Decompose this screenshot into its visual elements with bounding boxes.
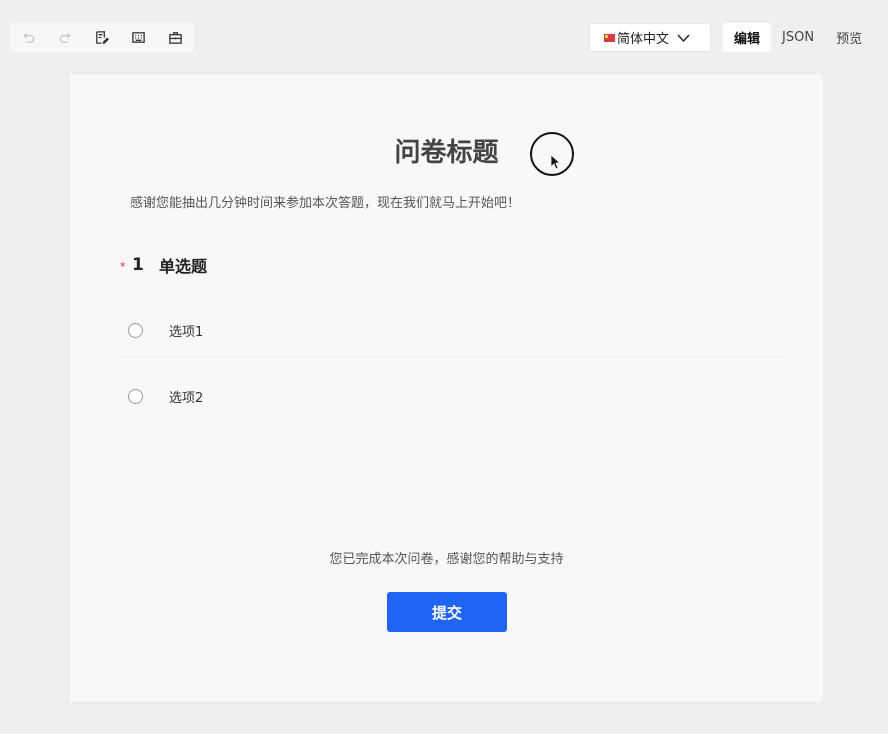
option-label: 选项2 [169, 390, 204, 406]
submit-button[interactable]: 提交 [387, 592, 507, 632]
required-marker: * [120, 259, 126, 273]
survey-description[interactable]: 感谢您能抽出几分钟时间来参加本次答题，现在我们就马上开始吧！ [130, 192, 520, 211]
edit-note-button[interactable] [84, 22, 121, 52]
finish-message[interactable]: 您已完成本次问卷，感谢您的帮助与支持 [70, 548, 823, 567]
tab-edit[interactable]: 编辑 [723, 23, 772, 52]
survey-canvas: 问卷标题 感谢您能抽出几分钟时间来参加本次答题，现在我们就马上开始吧！ * 1 … [70, 74, 823, 702]
language-select[interactable]: 简体中文 [589, 23, 711, 52]
tab-preview[interactable]: 预览 [825, 23, 873, 52]
option-label: 选项1 [169, 324, 204, 340]
radio-circle-icon[interactable] [128, 322, 143, 338]
radio-option-1[interactable]: 选项1 [115, 304, 785, 358]
undo-icon [23, 32, 35, 43]
question-number: 1 [132, 255, 144, 275]
radio-option-2[interactable]: 选项2 [115, 369, 785, 423]
keyboard-icon [132, 31, 146, 43]
edit-note-icon [96, 30, 110, 44]
china-flag-icon [604, 33, 615, 42]
redo-button[interactable] [47, 22, 84, 52]
question-header[interactable]: * 1 单选题 [120, 253, 207, 277]
keyboard-button[interactable] [120, 22, 157, 52]
survey-title[interactable]: 问卷标题 [70, 132, 823, 169]
redo-icon [59, 32, 71, 43]
undo-button[interactable] [10, 22, 47, 52]
editor-toolbar [10, 22, 194, 52]
language-label: 简体中文 [617, 32, 670, 47]
chevron-down-icon [677, 34, 690, 42]
briefcase-icon [169, 31, 182, 44]
tab-json[interactable]: JSON [771, 23, 825, 52]
briefcase-button[interactable] [157, 22, 194, 52]
question-title[interactable]: 单选题 [159, 253, 207, 277]
mode-tabs: 编辑 JSON 预览 [723, 23, 873, 52]
radio-circle-icon[interactable] [128, 388, 143, 404]
